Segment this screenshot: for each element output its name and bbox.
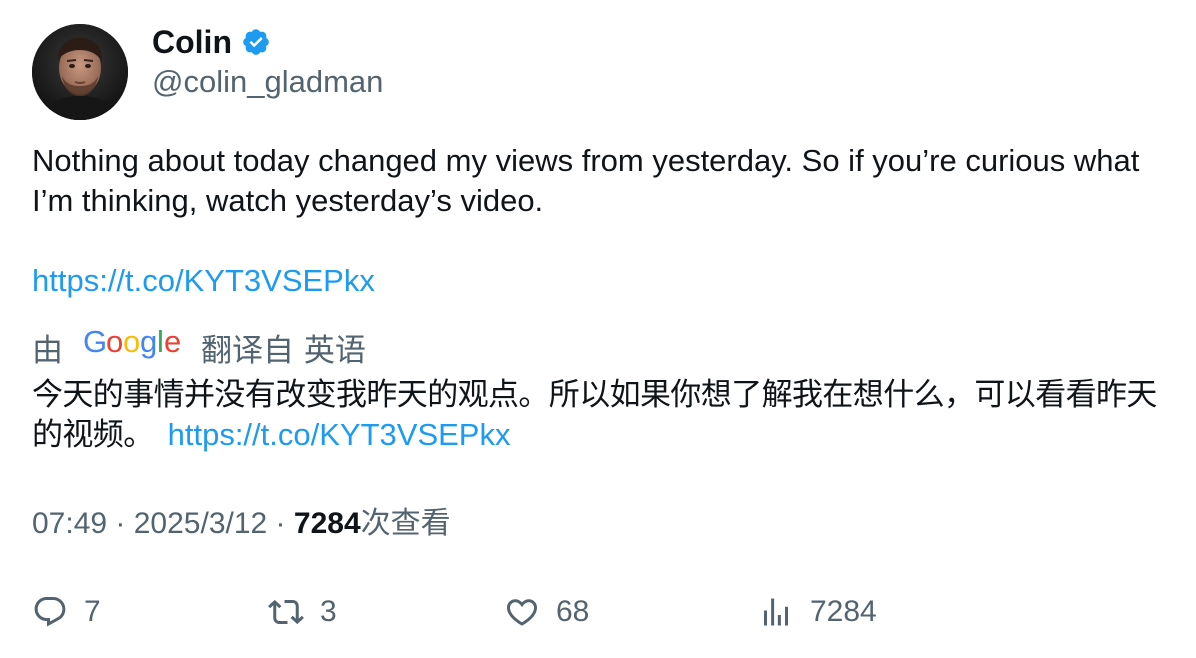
google-logo-letter-g2: g [140, 326, 157, 359]
meta-separator: · [107, 507, 134, 540]
views-action-count: 7284 [810, 595, 877, 628]
display-name[interactable]: Colin [152, 22, 232, 62]
google-logo-icon: G o o g l e [83, 324, 181, 368]
views-button[interactable]: 7284 [758, 590, 877, 634]
tweet-text: Nothing about today changed my views fro… [32, 141, 1162, 221]
views-label: 次查看 [360, 506, 451, 541]
google-logo-letter-g: G [83, 326, 107, 359]
tweet-meta: 07:49 · 2025/3/12 · 7284次查看 [32, 504, 451, 544]
retweet-button[interactable]: 3 [268, 590, 337, 634]
tweet-card: Colin @colin_gladman Nothing about today… [0, 0, 1196, 658]
tweet-link[interactable]: https://t.co/KYT3VSEPkx [32, 263, 375, 298]
google-logo-letter-l: l [157, 326, 164, 359]
author-name-row[interactable]: Colin [152, 22, 271, 62]
translation-prefix: 由 [32, 332, 63, 369]
tweet-text-body: Nothing about today changed my views fro… [32, 143, 1140, 218]
heart-icon [504, 594, 540, 630]
user-handle[interactable]: @colin_gladman [152, 62, 383, 102]
reply-button[interactable]: 7 [32, 590, 101, 634]
translated-link[interactable]: https://t.co/KYT3VSEPkx [168, 417, 511, 452]
retweet-count: 3 [320, 595, 337, 628]
like-button[interactable]: 68 [504, 590, 589, 634]
tweet-time[interactable]: 07:49 [32, 507, 107, 540]
google-logo-letter-o1: o [106, 326, 123, 359]
like-count: 68 [556, 595, 590, 628]
retweet-icon [268, 594, 304, 630]
views-count: 7284 [293, 507, 361, 540]
google-logo-letter-e: e [164, 326, 181, 359]
translated-text: 今天的事情并没有改变我昨天的观点。所以如果你想了解我在想什么，可以看看昨天的视频… [32, 375, 1172, 455]
google-logo-letter-o2: o [123, 326, 140, 359]
reply-count: 7 [84, 595, 101, 628]
translation-suffix[interactable]: 翻译自 英语 [201, 325, 366, 370]
action-bar: 7 3 68 7284 [0, 590, 1196, 634]
reply-icon [32, 594, 68, 630]
verified-badge-icon [241, 27, 271, 57]
avatar[interactable] [32, 24, 128, 120]
translation-attribution: 由 G o o g l e 翻译自 英语 [32, 324, 366, 370]
avatar-photo [32, 24, 128, 120]
analytics-icon [758, 594, 794, 630]
meta-separator: · [267, 507, 294, 540]
tweet-link-line: https://t.co/KYT3VSEPkx [32, 261, 375, 301]
tweet-date[interactable]: 2025/3/12 [134, 507, 267, 540]
